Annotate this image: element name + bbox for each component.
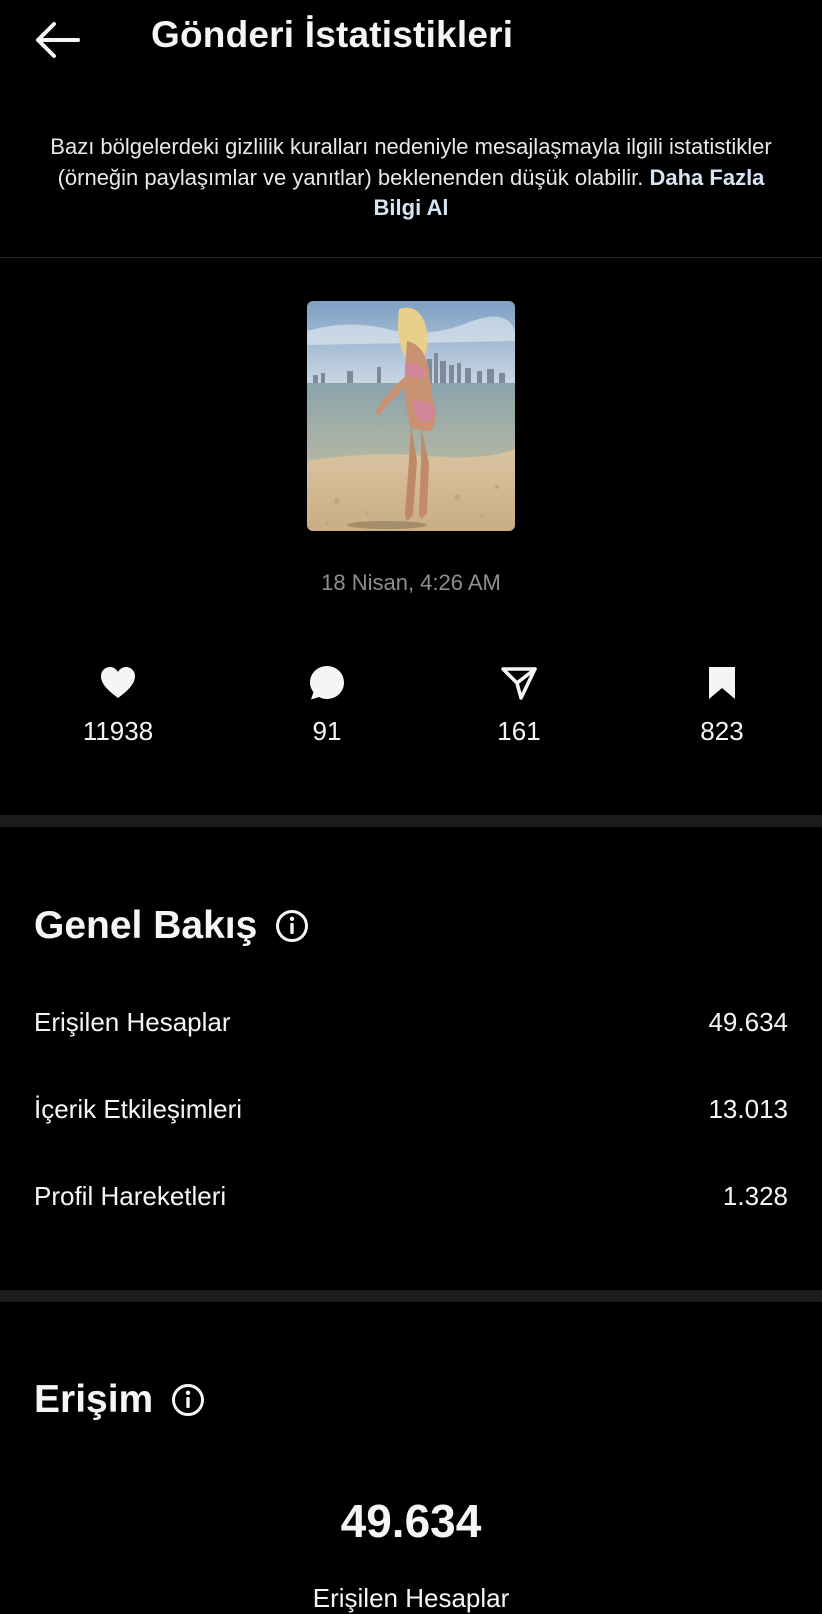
privacy-notice: Bazı bölgelerdeki gizlilik kuralları ned…	[40, 132, 782, 224]
overview-title: Genel Bakış	[34, 904, 309, 948]
row-label: İçerik Etkileşimleri	[34, 1094, 243, 1124]
row-value: 1.328	[722, 1181, 788, 1211]
comments-stat: 91	[247, 664, 407, 747]
likes-stat: 11938	[38, 664, 198, 747]
info-icon[interactable]	[275, 909, 309, 943]
row-value: 49.634	[708, 1007, 788, 1037]
overview-row[interactable]: Profil Hareketleri 1.328	[34, 1181, 788, 1212]
section-divider	[0, 1290, 822, 1302]
post-thumbnail[interactable]	[307, 301, 515, 531]
back-button[interactable]	[30, 18, 84, 62]
comments-count: 91	[312, 716, 342, 746]
bookmark-icon	[709, 667, 735, 699]
info-icon[interactable]	[171, 1383, 205, 1417]
row-label: Profil Hareketleri	[34, 1181, 227, 1211]
post-image	[307, 301, 515, 531]
overview-row[interactable]: Erişilen Hesaplar 49.634	[34, 1007, 788, 1038]
saves-stat: 823	[642, 664, 802, 747]
shares-stat: 161	[439, 664, 599, 747]
row-value: 13.013	[708, 1094, 788, 1124]
heart-icon	[101, 667, 135, 698]
send-icon	[501, 667, 537, 700]
reach-label: Erişilen Hesaplar	[312, 1583, 510, 1613]
divider	[0, 257, 822, 258]
likes-count: 11938	[82, 716, 154, 746]
comment-icon	[310, 666, 344, 700]
saves-count: 823	[700, 716, 744, 746]
overview-title-text: Genel Bakış	[34, 904, 258, 947]
overview-row[interactable]: İçerik Etkileşimleri 13.013	[34, 1094, 788, 1125]
page-title: Gönderi İstatistikleri	[151, 14, 514, 55]
post-date: 18 Nisan, 4:26 AM	[321, 570, 501, 595]
section-divider	[0, 815, 822, 827]
arrow-left-icon	[36, 22, 80, 58]
shares-count: 161	[497, 716, 541, 746]
reach-total: 49.634	[340, 1495, 482, 1547]
row-label: Erişilen Hesaplar	[34, 1007, 231, 1037]
top-bar: Gönderi İstatistikleri	[0, 0, 822, 82]
reach-title: Erişim	[34, 1378, 205, 1422]
reach-title-text: Erişim	[34, 1378, 154, 1421]
